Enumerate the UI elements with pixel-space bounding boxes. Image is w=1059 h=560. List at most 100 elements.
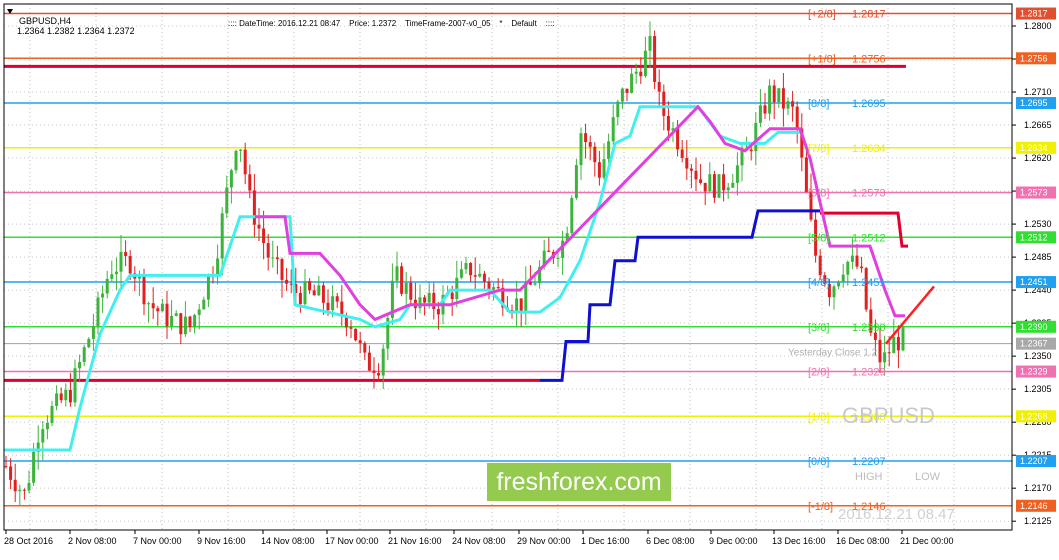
murrey-level-price: 1.2390 bbox=[852, 322, 886, 334]
candle-body bbox=[740, 150, 744, 166]
timestamp-overlay: 2016.12.21 08.47 bbox=[838, 506, 955, 523]
candle-body bbox=[128, 256, 132, 274]
candle-body bbox=[275, 257, 279, 260]
candle-body bbox=[666, 115, 670, 131]
price-tick-label: 1.2530 bbox=[1024, 219, 1052, 229]
candle-body bbox=[459, 269, 463, 278]
candle-body bbox=[170, 315, 174, 327]
candle-body bbox=[791, 101, 795, 107]
level-price-badge-text: 1.2695 bbox=[1020, 98, 1048, 108]
murrey-level-price: 1.2573 bbox=[852, 188, 886, 200]
time-tick-label: 21 Nov 16:00 bbox=[388, 536, 442, 546]
candle-body bbox=[482, 273, 486, 282]
candle-body bbox=[404, 282, 408, 294]
candle-body bbox=[616, 101, 620, 118]
price-tick-label: 1.2665 bbox=[1024, 120, 1052, 130]
candle-body bbox=[473, 275, 477, 277]
price-tick-label: 1.2800 bbox=[1024, 21, 1052, 31]
candle-body bbox=[298, 292, 302, 305]
yesterday-close-label: Yesterday Close 1.2 bbox=[788, 348, 878, 359]
candle-body bbox=[492, 287, 496, 290]
candle-body bbox=[174, 313, 178, 316]
price-tick-label: 1.2620 bbox=[1024, 153, 1052, 163]
candle-body bbox=[588, 142, 592, 147]
candle-body bbox=[119, 252, 123, 272]
candle-body bbox=[818, 255, 822, 276]
murrey-level-price: 1.2634 bbox=[852, 143, 886, 155]
candle-body bbox=[18, 489, 22, 492]
candle-body bbox=[82, 347, 86, 362]
candle-body bbox=[64, 389, 68, 401]
murrey-level-price: 1.2817 bbox=[852, 9, 886, 21]
level-price-badge-text: 1.2390 bbox=[1020, 322, 1048, 332]
candle-body bbox=[625, 88, 629, 93]
level-price-badge-text: 1.2634 bbox=[1020, 143, 1048, 153]
candle-body bbox=[197, 309, 201, 315]
candle-body bbox=[887, 352, 891, 354]
candle-body bbox=[487, 281, 491, 290]
candle-body bbox=[662, 91, 666, 116]
candle-body bbox=[243, 149, 247, 175]
candle-body bbox=[91, 326, 95, 339]
time-tick-label: 17 Nov 00:00 bbox=[325, 536, 379, 546]
candle-body bbox=[712, 174, 716, 198]
candle-body bbox=[78, 361, 82, 369]
candle-body bbox=[478, 273, 482, 277]
candle-body bbox=[772, 85, 776, 103]
candle-body bbox=[312, 290, 316, 296]
level-price-badge-text: 1.2817 bbox=[1020, 9, 1048, 19]
time-tick-label: 2 Nov 08:00 bbox=[68, 536, 117, 546]
candle-body bbox=[685, 157, 689, 169]
level-price-badge-text: 1.2451 bbox=[1020, 277, 1048, 287]
time-tick-label: 29 Nov 00:00 bbox=[517, 536, 571, 546]
candle-body bbox=[689, 168, 693, 171]
candle-body bbox=[183, 316, 187, 335]
candle-body bbox=[45, 422, 49, 430]
murrey-level-label: [4/8] bbox=[808, 277, 829, 289]
candle-body bbox=[749, 149, 753, 152]
time-tick-label: 24 Nov 08:00 bbox=[452, 536, 506, 546]
candle-body bbox=[717, 174, 721, 198]
candle-body bbox=[216, 258, 220, 277]
level-price-badge-text: 1.2329 bbox=[1020, 367, 1048, 377]
candle-body bbox=[395, 266, 399, 281]
candle-body bbox=[32, 451, 36, 483]
candle-body bbox=[22, 489, 26, 491]
candle-body bbox=[206, 275, 210, 300]
candle-body bbox=[584, 133, 588, 143]
symbol-overlay: GBPUSD bbox=[842, 403, 935, 428]
candle-body bbox=[202, 299, 206, 310]
watermark-logo: freshforex.com bbox=[487, 463, 671, 501]
candle-body bbox=[220, 213, 224, 259]
candle-body bbox=[731, 182, 735, 188]
candle-body bbox=[27, 482, 31, 491]
murrey-level-price: 1.2512 bbox=[852, 232, 886, 244]
candle-body bbox=[193, 314, 197, 327]
candle-body bbox=[303, 281, 307, 305]
candle-body bbox=[519, 298, 523, 312]
candle-body bbox=[367, 352, 371, 371]
time-tick-label: 13 Dec 16:00 bbox=[772, 536, 826, 546]
price-tick-label: 1.2350 bbox=[1024, 351, 1052, 361]
candle-body bbox=[708, 174, 712, 192]
candle-body bbox=[643, 50, 647, 77]
candle-body bbox=[607, 141, 611, 160]
candle-body bbox=[252, 190, 256, 225]
candle-body bbox=[464, 263, 468, 270]
murrey-level-price: 1.2756 bbox=[852, 53, 886, 65]
candle-body bbox=[860, 266, 864, 269]
candle-body bbox=[653, 36, 657, 82]
candle-body bbox=[50, 406, 54, 423]
candle-body bbox=[469, 263, 473, 276]
murrey-level-label: [-1/8] bbox=[808, 501, 833, 513]
candle-body bbox=[41, 429, 45, 443]
candle-body bbox=[285, 279, 289, 284]
candle-body bbox=[101, 293, 105, 298]
candle-body bbox=[676, 128, 680, 150]
level-price-badge-text: 1.2268 bbox=[1020, 411, 1048, 421]
candle-body bbox=[289, 283, 293, 285]
candle-body bbox=[703, 182, 707, 192]
candle-body bbox=[257, 224, 261, 229]
candle-body bbox=[515, 298, 519, 311]
candle-body bbox=[349, 327, 353, 329]
